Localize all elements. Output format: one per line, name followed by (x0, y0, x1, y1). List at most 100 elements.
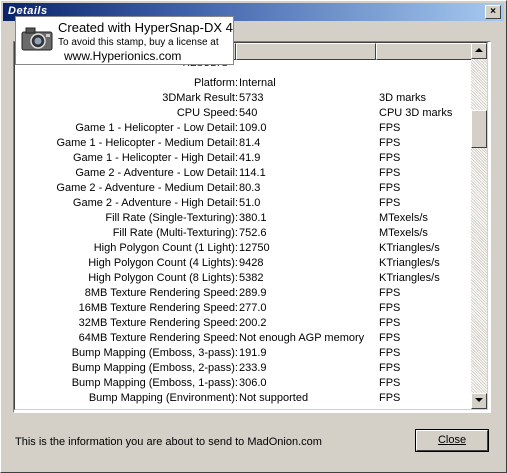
row-unit: 3D marks (379, 92, 427, 104)
table-row[interactable]: 32MB Texture Rendering Speed: 200.2 FPS (15, 316, 473, 331)
row-value: 12750 (239, 242, 270, 254)
table-row[interactable]: Platform: Internal (15, 76, 473, 91)
row-unit: FPS (379, 317, 401, 329)
row-name: High Polygon Count (1 Light): (93, 242, 238, 254)
row-unit: FPS (379, 377, 401, 389)
row-name: Bump Mapping (Emboss, 3-pass): (71, 347, 238, 359)
row-unit: KTriangles/s (379, 242, 440, 254)
row-value: 191.9 (239, 347, 267, 359)
row-value: 41.9 (239, 152, 261, 164)
row-unit: FPS (379, 392, 401, 404)
row-name: 8MB Texture Rendering Speed: (84, 287, 238, 299)
table-row[interactable]: 64MB Texture Rendering Speed: Not enough … (15, 331, 473, 346)
table-row[interactable]: Bump Mapping (Emboss, 2-pass): 233.9 FPS (15, 361, 473, 376)
row-name: Platform: (193, 77, 238, 89)
column-header-value[interactable] (236, 43, 376, 60)
row-name: Game 2 - Adventure - Medium Detail: (56, 182, 238, 194)
scroll-down-button[interactable] (471, 393, 487, 409)
column-header-unit[interactable] (376, 43, 473, 60)
row-unit: FPS (379, 182, 401, 194)
row-unit: FPS (379, 197, 401, 209)
row-value: 109.0 (239, 122, 267, 134)
table-row[interactable]: Bump Mapping (Emboss, 1-pass): 306.0 FPS (15, 376, 473, 391)
row-value: 540 (239, 107, 258, 119)
row-name: Game 2 - Adventure - High Detail: (72, 197, 238, 209)
row-unit: FPS (379, 152, 401, 164)
table-row[interactable]: High Polygon Count (1 Light): 12750 KTrian… (15, 241, 473, 256)
table-row[interactable]: Bump Mapping (Environment): Not supported… (15, 391, 473, 406)
row-value: 277.0 (239, 302, 267, 314)
row-name: Game 1 - Helicopter - High Detail: (72, 152, 238, 164)
row-value: 5382 (239, 272, 264, 284)
close-button[interactable]: Close (415, 429, 489, 452)
row-unit: FPS (379, 137, 401, 149)
table-row[interactable]: Fill Rate (Single-Texturing): 380.1 MTexel… (15, 211, 473, 226)
row-value: Not enough AGP memory (239, 332, 365, 344)
results-list[interactable]: RESULTS Platform:Internal3DMark Result:5… (13, 41, 491, 413)
table-row[interactable]: 8MB Texture Rendering Speed: 289.9 FPS (15, 286, 473, 301)
table-row[interactable]: Game 1 - Helicopter - Medium Detail: 81.4… (15, 136, 473, 151)
table-row[interactable]: High Polygon Count (8 Lights): 5382 KTrian… (15, 271, 473, 286)
row-value: 752.6 (239, 227, 267, 239)
row-value: 233.9 (239, 362, 267, 374)
row-name: Game 2 - Adventure - Low Detail: (75, 167, 238, 179)
row-unit: FPS (379, 347, 401, 359)
table-row[interactable]: High Polygon Count (4 Lights): 9428 KTrian… (15, 256, 473, 271)
camera-icon (21, 27, 53, 51)
row-value: 200.2 (239, 317, 267, 329)
close-button-label: Close (437, 434, 467, 446)
row-name: Bump Mapping (Environment): (88, 392, 238, 404)
row-value: 51.0 (239, 197, 261, 209)
row-name: Fill Rate (Single-Texturing): (105, 212, 238, 224)
scroll-up-button[interactable] (471, 43, 487, 59)
row-value: 306.0 (239, 377, 267, 389)
arrow-up-icon (475, 48, 483, 52)
table-row[interactable]: Bump Mapping (Emboss, 3-pass): 191.9 FPS (15, 346, 473, 361)
row-name: 16MB Texture Rendering Speed: (78, 302, 238, 314)
hypersnap-stamp: Created with HyperSnap-DX 4 To avoid thi… (15, 16, 234, 65)
table-row[interactable]: Game 2 - Adventure - Medium Detail: 80.3 F… (15, 181, 473, 196)
row-unit: FPS (379, 122, 401, 134)
table-row[interactable]: CPU Speed: 540 CPU 3D marks (15, 106, 473, 121)
table-row[interactable]: Game 1 - Helicopter - Low Detail: 109.0 FP… (15, 121, 473, 136)
row-unit: CPU 3D marks (379, 107, 453, 119)
info-text: This is the information you are about to… (15, 436, 322, 448)
row-name: 3DMark Result: (162, 92, 238, 104)
row-unit: FPS (379, 332, 401, 344)
list-rows: Platform: Internal 3DMark Result: 5733 3D ma… (15, 76, 473, 406)
arrow-down-icon (475, 398, 483, 402)
row-name: High Polygon Count (4 Lights): (88, 257, 238, 269)
title-close-button[interactable]: × (485, 5, 501, 19)
row-name: Bump Mapping (Emboss, 1-pass): (71, 377, 238, 389)
vertical-scrollbar[interactable] (471, 43, 487, 409)
row-value: 9428 (239, 257, 264, 269)
row-unit: MTexels/s (379, 212, 428, 224)
row-value: 114.1 (239, 167, 266, 179)
table-row[interactable]: Fill Rate (Multi-Texturing): 752.6 MTexels… (15, 226, 473, 241)
row-name: 64MB Texture Rendering Speed: (78, 332, 238, 344)
details-window: Details × Created with HyperSnap-DX 4 To… (0, 0, 507, 473)
row-value: 289.9 (239, 287, 267, 299)
table-row[interactable]: 3DMark Result: 5733 3D marks (15, 91, 473, 106)
stamp-line-1: Created with HyperSnap-DX 4 (58, 20, 233, 35)
table-row[interactable]: Game 2 - Adventure - Low Detail: 114.1 FPS (15, 166, 473, 181)
table-row[interactable]: 16MB Texture Rendering Speed: 277.0 FPS (15, 301, 473, 316)
row-value: Not supported (239, 392, 309, 404)
row-unit: FPS (379, 167, 401, 179)
row-value: Internal (239, 77, 276, 89)
stamp-line-3: www.Hyperionics.com (64, 49, 182, 63)
row-name: CPU Speed: (176, 107, 238, 119)
row-unit: MTexels/s (379, 227, 428, 239)
row-value: 81.4 (239, 137, 261, 149)
row-name: Bump Mapping (Emboss, 2-pass): (71, 362, 238, 374)
stamp-line-2: To avoid this stamp, buy a license at (58, 37, 219, 48)
scroll-thumb[interactable] (471, 110, 487, 148)
row-value: 80.3 (239, 182, 261, 194)
row-unit: FPS (379, 302, 401, 314)
row-name: 32MB Texture Rendering Speed: (78, 317, 238, 329)
row-unit: KTriangles/s (379, 272, 440, 284)
row-value: 5733 (239, 92, 264, 104)
table-row[interactable]: Game 1 - Helicopter - High Detail: 41.9 FP… (15, 151, 473, 166)
row-unit: KTriangles/s (379, 257, 440, 269)
table-row[interactable]: Game 2 - Adventure - High Detail: 51.0 FPS (15, 196, 473, 211)
